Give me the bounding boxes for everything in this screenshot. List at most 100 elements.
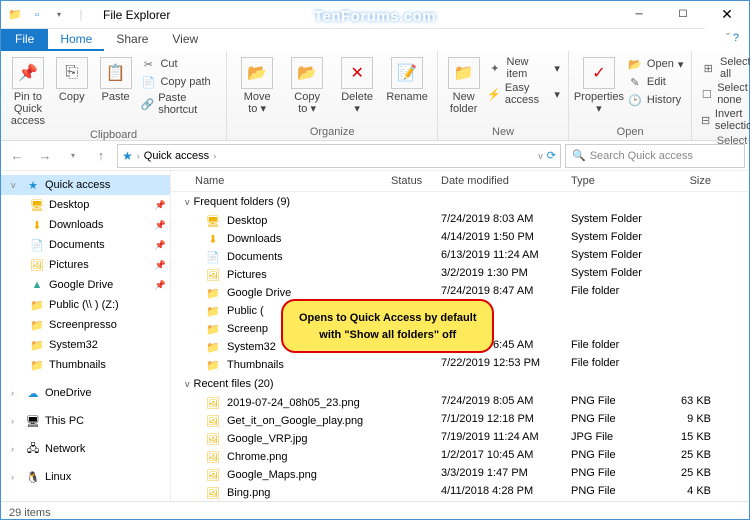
folder-icon: 📁	[5, 5, 25, 25]
cut-button[interactable]: ✂Cut	[140, 55, 218, 73]
file-size	[661, 231, 721, 247]
nav-linux[interactable]: ›🐧Linux	[1, 467, 170, 487]
nav-back-button[interactable]: ←	[5, 144, 29, 168]
file-size: 9 KB	[661, 413, 721, 429]
file-name: Google_Maps.png	[227, 469, 317, 481]
pin-icon: 📌	[155, 280, 166, 291]
file-size	[661, 321, 721, 337]
list-row[interactable]: 🖼Bing.png4/11/2018 4:28 PMPNG File4 KB	[171, 484, 749, 501]
address-location: Quick access	[144, 150, 209, 162]
history-button[interactable]: 🕑History	[627, 91, 683, 109]
easy-access-button[interactable]: ⚡Easy access ▾	[487, 81, 560, 107]
nav-onedrive[interactable]: ›☁OneDrive	[1, 383, 170, 403]
maximize-button[interactable]: ☐	[661, 1, 705, 29]
list-row[interactable]: ⬇Downloads4/14/2019 1:50 PMSystem Folder	[171, 230, 749, 248]
nav-item[interactable]: 🖥Desktop📌	[1, 195, 170, 215]
tab-home[interactable]: Home	[48, 29, 104, 51]
select-all-button[interactable]: ⊞Select all	[700, 55, 750, 81]
group-frequent[interactable]: vFrequent folders (9)	[171, 192, 749, 212]
list-row[interactable]: 🖼Google_VRP.jpg7/19/2019 11:24 AMJPG Fil…	[171, 430, 749, 448]
list-row[interactable]: 🖥Desktop7/24/2019 8:03 AMSystem Folder	[171, 212, 749, 230]
invert-selection-button[interactable]: ⊟Invert selection	[700, 107, 750, 133]
list-row[interactable]: 🖼2019-07-24_08h05_23.png7/24/2019 8:05 A…	[171, 394, 749, 412]
ribbon-collapse[interactable]: ˇ ?	[716, 29, 749, 51]
file-size: 25 KB	[661, 449, 721, 465]
file-icon: 🖼	[205, 395, 221, 411]
col-size[interactable]: Size	[661, 175, 721, 187]
nav-quick-access[interactable]: v★Quick access	[1, 175, 170, 195]
file-icon: 📁	[205, 339, 221, 355]
file-menu[interactable]: File	[1, 29, 48, 51]
qat-btn[interactable]: ▫	[27, 5, 47, 25]
file-date: 6/13/2019 11:24 AM	[441, 249, 571, 265]
copy-button[interactable]: ⎘Copy	[53, 55, 91, 103]
close-button[interactable]: ✕	[705, 1, 749, 29]
nav-this-pc[interactable]: ›🖥This PC	[1, 411, 170, 431]
nav-recent-button[interactable]: ▾	[61, 144, 85, 168]
nav-item[interactable]: ▲Google Drive📌	[1, 275, 170, 295]
col-status[interactable]: Status	[391, 175, 441, 187]
file-icon: 🖼	[205, 413, 221, 429]
group-clipboard-label: Clipboard	[9, 127, 218, 141]
copy-path-button[interactable]: 📄Copy path	[140, 73, 218, 91]
nav-item[interactable]: 📁Thumbnails	[1, 355, 170, 375]
nav-item[interactable]: 📁Public (\\ ) (Z:)	[1, 295, 170, 315]
nav-item-label: Screenpresso	[49, 319, 117, 331]
file-icon: 🖥	[205, 213, 221, 229]
delete-button[interactable]: ✕Delete▾	[335, 55, 379, 115]
nav-up-button[interactable]: ↑	[89, 144, 113, 168]
file-name: Public (	[227, 305, 264, 317]
nav-forward-button[interactable]: →	[33, 144, 57, 168]
new-item-button[interactable]: ✦New item ▾	[487, 55, 560, 81]
tab-view[interactable]: View	[160, 29, 210, 51]
nav-item[interactable]: 📁System32	[1, 335, 170, 355]
properties-button[interactable]: ✓Properties▾	[577, 55, 621, 115]
file-size	[661, 285, 721, 301]
file-icon: 🖼	[205, 267, 221, 283]
folder-icon: ⬇	[29, 217, 45, 233]
nav-item[interactable]: ⬇Downloads📌	[1, 215, 170, 235]
move-to-button[interactable]: 📂Moveto ▾	[235, 55, 279, 115]
rename-button[interactable]: 📝Rename	[385, 55, 429, 103]
minimize-button[interactable]: ─	[617, 1, 661, 29]
pin-icon: 📌	[155, 240, 166, 251]
tab-share[interactable]: Share	[104, 29, 160, 51]
address-dropdown-icon[interactable]: v	[538, 151, 543, 161]
new-folder-button[interactable]: 📁Newfolder	[446, 55, 481, 115]
file-date: 4/14/2019 1:50 PM	[441, 231, 571, 247]
list-row[interactable]: 📄Documents6/13/2019 11:24 AMSystem Folde…	[171, 248, 749, 266]
group-recent[interactable]: vRecent files (20)	[171, 374, 749, 394]
nav-item[interactable]: 📁Screenpresso	[1, 315, 170, 335]
col-type[interactable]: Type	[571, 175, 661, 187]
file-date: 7/1/2019 12:18 PM	[441, 413, 571, 429]
list-row[interactable]: 🖼Chrome.png1/2/2017 10:45 AMPNG File25 K…	[171, 448, 749, 466]
list-row[interactable]: 🖼Pictures3/2/2019 1:30 PMSystem Folder	[171, 266, 749, 284]
pin-quick-access-button[interactable]: 📌Pin to Quickaccess	[9, 55, 47, 127]
file-name: Chrome.png	[227, 451, 288, 463]
paste-button[interactable]: 📋Paste	[97, 55, 135, 103]
select-none-button[interactable]: ☐Select none	[700, 81, 750, 107]
file-size: 4 KB	[661, 485, 721, 501]
file-size	[661, 213, 721, 229]
qat-sep: |	[71, 5, 91, 25]
list-row[interactable]: 🖼Google_Maps.png3/3/2019 1:47 PMPNG File…	[171, 466, 749, 484]
file-icon: 🖼	[205, 485, 221, 501]
nav-item-label: Pictures	[49, 259, 89, 271]
refresh-icon[interactable]: ⟳	[547, 149, 556, 162]
list-row[interactable]: 📁Thumbnails7/22/2019 12:53 PMFile folder	[171, 356, 749, 374]
address-box[interactable]: ★ › Quick access › v ⟳	[117, 144, 561, 168]
list-row[interactable]: 🖼Get_it_on_Google_play.png7/1/2019 12:18…	[171, 412, 749, 430]
edit-button[interactable]: ✎Edit	[627, 73, 683, 91]
open-button[interactable]: 📂Open ▾	[627, 55, 683, 73]
nav-network[interactable]: ›🖧Network	[1, 439, 170, 459]
file-icon: 📁	[205, 321, 221, 337]
col-date[interactable]: Date modified	[441, 175, 571, 187]
search-input[interactable]: 🔍 Search Quick access	[565, 144, 745, 168]
nav-item[interactable]: 🖼Pictures📌	[1, 255, 170, 275]
qat-dropdown[interactable]: ▾	[49, 5, 69, 25]
col-name[interactable]: Name	[171, 175, 391, 187]
nav-item[interactable]: 📄Documents📌	[1, 235, 170, 255]
paste-shortcut-button[interactable]: 🔗Paste shortcut	[140, 91, 218, 117]
copy-to-button[interactable]: 📂Copyto ▾	[285, 55, 329, 115]
file-date: 7/24/2019 8:03 AM	[441, 213, 571, 229]
